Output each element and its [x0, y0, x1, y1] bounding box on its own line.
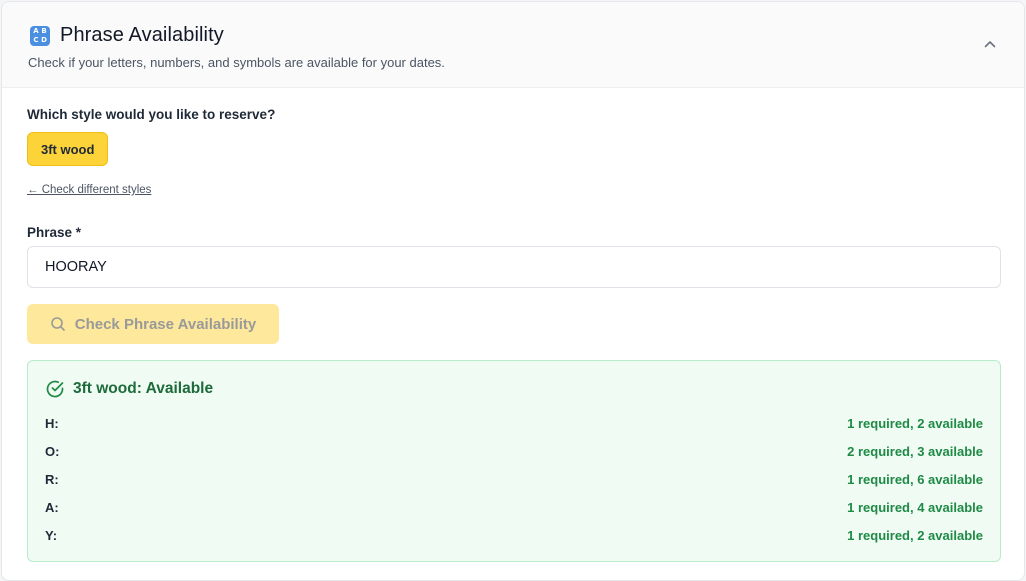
chevron-up-icon — [984, 41, 996, 48]
style-option-3ft-wood[interactable]: 3ft wood — [27, 132, 109, 166]
letter-availability: 2 required, 3 available — [847, 443, 983, 459]
letter-row: R: 1 required, 6 available — [45, 469, 983, 489]
check-circle-icon — [46, 380, 64, 398]
letter-availability: 1 required, 6 available — [847, 471, 983, 487]
icon-letter: B — [41, 26, 47, 35]
letter-availability: 1 required, 2 available — [847, 415, 983, 431]
title-row: A B C D Phrase Availability — [30, 24, 224, 47]
letter-row: A: 1 required, 4 available — [45, 497, 983, 517]
letter-row: Y: 1 required, 2 available — [45, 525, 983, 545]
style-question: Which style would you like to reserve? — [27, 107, 276, 122]
letter-label: R: — [45, 471, 59, 487]
letter-label: O: — [45, 443, 60, 459]
card-header[interactable]: A B C D Phrase Availability Check if you… — [2, 2, 1024, 88]
letter-label: H: — [45, 415, 59, 431]
icon-letter: C — [33, 35, 39, 44]
abcd-letters-icon: A B C D — [30, 25, 50, 46]
availability-result: 3ft wood: Available H: 1 required, 2 ava… — [27, 360, 1001, 562]
collapse-button[interactable] — [978, 32, 1002, 56]
letter-availability: 1 required, 4 available — [847, 499, 983, 515]
result-title: 3ft wood: Available — [73, 380, 214, 397]
page-title: Phrase Availability — [60, 24, 224, 46]
letter-availability: 1 required, 2 available — [847, 527, 983, 543]
letter-row: H: 1 required, 2 available — [45, 413, 983, 433]
check-different-styles-link[interactable]: ← Check different styles — [27, 184, 151, 196]
icon-letter: D — [41, 35, 47, 44]
search-icon — [50, 317, 65, 331]
phrase-label: Phrase * — [27, 225, 82, 240]
result-title-row: 3ft wood: Available — [45, 379, 213, 399]
page-subtitle: Check if your letters, numbers, and symb… — [28, 55, 445, 70]
icon-letter: A — [33, 26, 39, 35]
letter-label: Y: — [45, 527, 58, 543]
letter-label: A: — [45, 499, 59, 515]
phrase-input[interactable] — [27, 246, 1001, 288]
check-button-label: Check Phrase Availability — [74, 315, 257, 333]
check-phrase-availability-button[interactable]: Check Phrase Availability — [27, 304, 279, 344]
phrase-availability-card: A B C D Phrase Availability Check if you… — [1, 1, 1025, 581]
letter-row: O: 2 required, 3 available — [45, 441, 983, 461]
